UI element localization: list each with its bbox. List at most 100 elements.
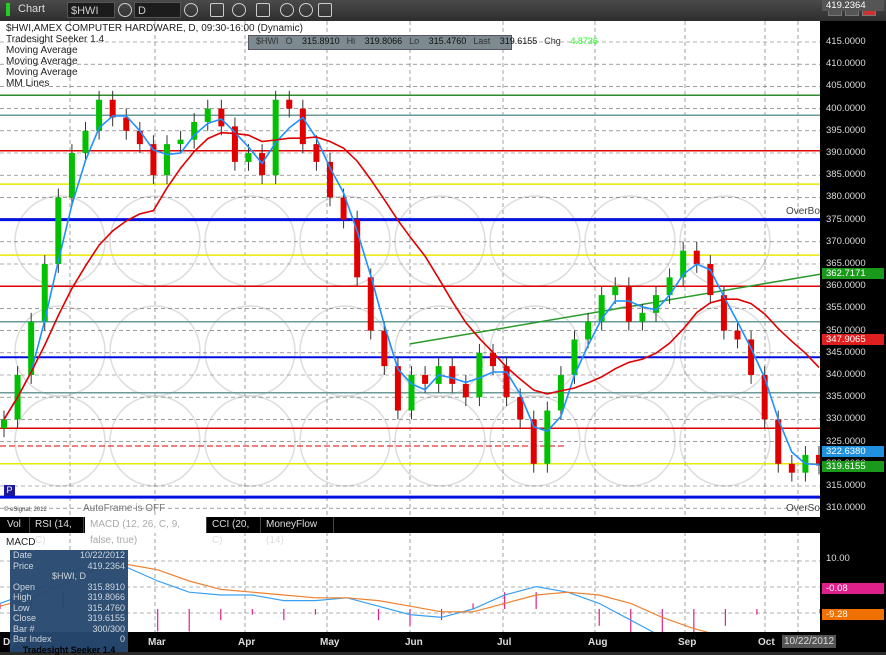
- symbol-input[interactable]: $HWI: [67, 2, 115, 18]
- candle: [626, 286, 632, 322]
- price-tick: 405.0000: [826, 80, 866, 91]
- candle: [178, 140, 184, 144]
- price-tick: 360.0000: [826, 280, 866, 291]
- candle: [218, 109, 224, 127]
- interval-select[interactable]: D: [134, 2, 181, 18]
- dw-index: 0: [120, 634, 125, 645]
- candle: [123, 117, 129, 130]
- dw-bar-label: Bar #: [13, 624, 35, 635]
- price-tick: 375.0000: [826, 214, 866, 225]
- price-tick: 380.0000: [826, 191, 866, 202]
- tab-moneyflow[interactable]: MoneyFlow (14): [261, 517, 334, 533]
- ma-blue-tag: 322.6380: [822, 446, 884, 457]
- quote-low-label: Lo: [409, 36, 419, 46]
- indicator-tabs: Vol RSI (14, C) MACD (12, 26, C, 9, fals…: [0, 517, 820, 533]
- macd-title: MACD: [6, 537, 35, 548]
- dw-bar: 300/300: [92, 624, 125, 635]
- data-window: Date10/22/2012 Price419.2364 $HWI, D Ope…: [10, 550, 128, 652]
- candle: [246, 153, 252, 162]
- price-tick: 390.0000: [826, 147, 866, 158]
- price-tick: 325.0000: [826, 436, 866, 447]
- p-button[interactable]: P: [4, 485, 15, 496]
- candle: [544, 411, 550, 464]
- quote-last-label: Last: [473, 36, 490, 46]
- pencil-icon[interactable]: [210, 3, 224, 17]
- candle: [422, 375, 428, 384]
- month-label: Sep: [678, 637, 696, 648]
- dw-low: 315.4760: [87, 603, 125, 614]
- quote-change-label: Chg: [544, 36, 561, 46]
- macd-signal-tag: -9.28: [822, 609, 884, 620]
- price-tick: 340.0000: [826, 369, 866, 380]
- month-label: Jun: [405, 637, 423, 648]
- candle: [205, 109, 211, 122]
- dw-close-label: Close: [13, 613, 36, 624]
- candle: [762, 375, 768, 419]
- macd-hist-tag: -0.08: [822, 583, 884, 594]
- legend-ma1: Moving Average: [6, 45, 78, 56]
- macd-tick: 10.00: [826, 553, 850, 564]
- last-price-tag: 319.6155: [822, 461, 884, 472]
- legend-mm-lines: MM Lines: [6, 78, 49, 89]
- autoframe-status: AutoFrame is OFF: [83, 503, 165, 514]
- price-top-tag: 419.2364: [822, 0, 884, 11]
- quote-open: 315.8910: [302, 36, 340, 46]
- price-tick: 335.0000: [826, 391, 866, 402]
- dw-footer: Tradesight Seeker 1.4: [23, 645, 116, 655]
- month-label: May: [320, 637, 339, 648]
- clock-icon[interactable]: [184, 3, 198, 17]
- month-label: Apr: [238, 637, 255, 648]
- candle: [273, 100, 279, 175]
- month-label: Oct: [758, 637, 775, 648]
- candle: [735, 331, 741, 340]
- price-tick: 415.0000: [826, 36, 866, 47]
- symbol-settings-icon[interactable]: [118, 3, 132, 17]
- legend-ma3: Moving Average: [6, 67, 78, 78]
- ma-red-tag: 347.9065: [822, 334, 884, 345]
- dw-high: 319.8066: [87, 592, 125, 603]
- month-label: Aug: [588, 637, 607, 648]
- price-tick: 395.0000: [826, 125, 866, 136]
- candle: [504, 366, 510, 397]
- legend-seeker: Tradesight Seeker 1.4: [6, 34, 104, 45]
- tab-cci[interactable]: CCI (20, C): [207, 517, 261, 533]
- candle: [558, 375, 564, 411]
- refresh-icon[interactable]: [232, 3, 246, 17]
- dw-open-label: Open: [13, 582, 35, 593]
- link-icon[interactable]: [318, 3, 332, 17]
- price-tick: 345.0000: [826, 347, 866, 358]
- dw-price: 419.2364: [87, 561, 125, 572]
- quote-symbol: $HWI: [256, 36, 279, 46]
- dw-title: $HWI, D: [52, 571, 86, 582]
- candle: [612, 286, 618, 295]
- candle: [476, 353, 482, 397]
- candle: [381, 331, 387, 367]
- dw-price-label: Price: [13, 561, 34, 572]
- legend-ma2: Moving Average: [6, 56, 78, 67]
- quote-bar: $HWIO 315.8910Hi 319.8066Lo 315.4760Last…: [248, 35, 512, 50]
- quote-change: 4.8736: [570, 36, 598, 46]
- quote-last: 319.6155: [500, 36, 538, 46]
- candle: [110, 100, 116, 118]
- price-tick: 370.0000: [826, 236, 866, 247]
- play-icon[interactable]: [280, 3, 294, 17]
- dw-high-label: High: [13, 592, 32, 603]
- candle: [789, 464, 795, 473]
- candle: [409, 375, 415, 411]
- chart-icon: [6, 3, 10, 16]
- price-tick: 400.0000: [826, 103, 866, 114]
- candle: [395, 366, 401, 410]
- candle: [83, 131, 89, 153]
- candle: [694, 251, 700, 264]
- candle: [1, 419, 7, 428]
- tab-vol[interactable]: Vol: [2, 517, 30, 533]
- layout-icon[interactable]: [256, 3, 270, 17]
- copyright: © eSignal, 2012: [4, 507, 47, 513]
- alert-icon[interactable]: [299, 3, 313, 17]
- quote-low: 315.4760: [429, 36, 467, 46]
- candle: [449, 366, 455, 384]
- candle: [463, 384, 469, 397]
- tab-macd[interactable]: MACD (12, 26, C, 9, false, true): [85, 517, 207, 533]
- tab-rsi[interactable]: RSI (14, C): [30, 517, 84, 533]
- dw-low-label: Low: [13, 603, 30, 614]
